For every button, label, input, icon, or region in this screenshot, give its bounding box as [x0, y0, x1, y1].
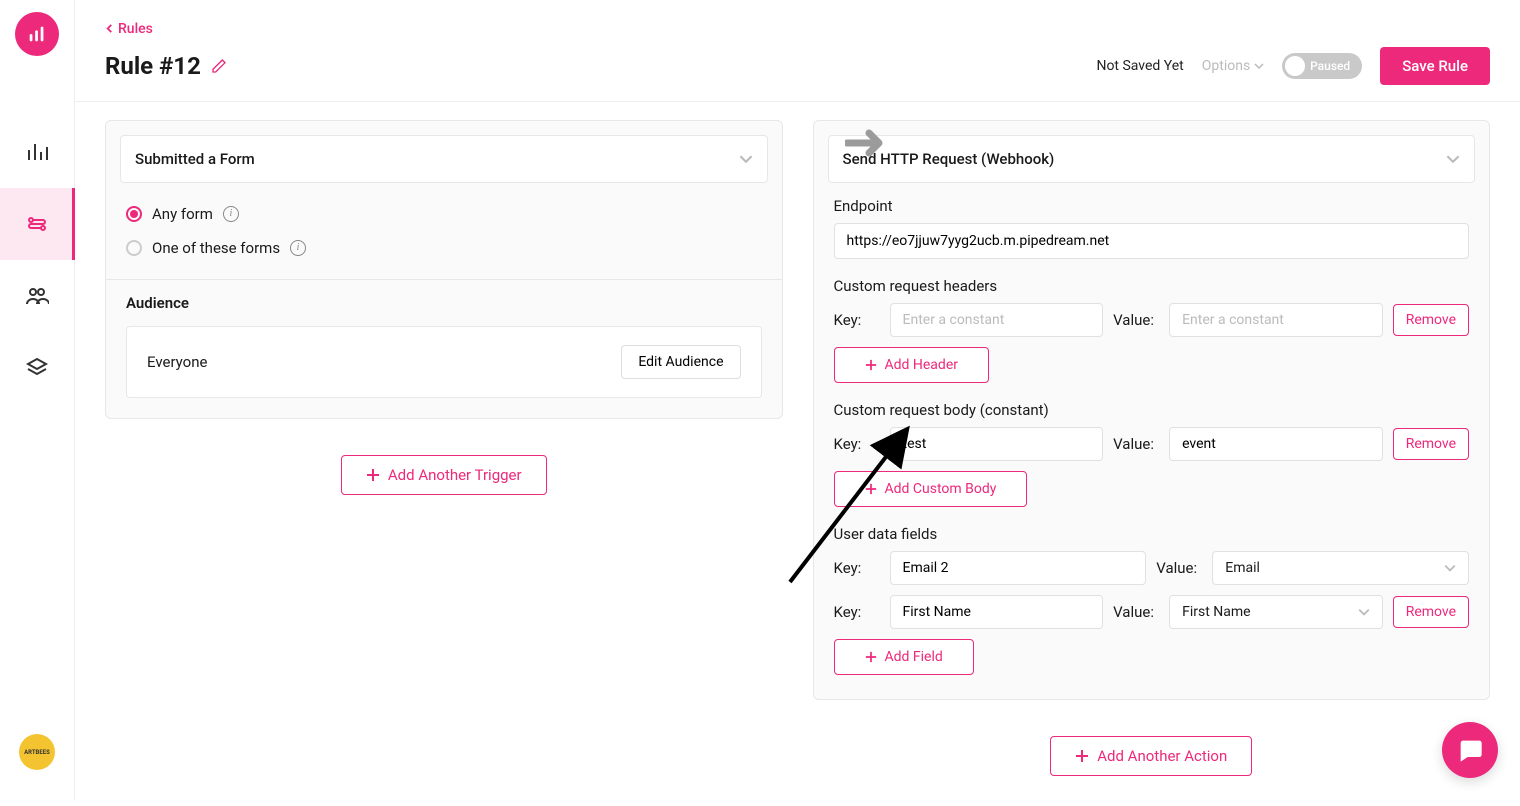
plus-icon	[1075, 749, 1089, 763]
save-rule-button[interactable]: Save Rule	[1380, 47, 1490, 85]
radio-any-form-label: Any form	[152, 205, 213, 223]
add-header-button[interactable]: Add Header	[834, 347, 990, 383]
add-another-trigger-button[interactable]: Add Another Trigger	[341, 455, 547, 495]
plus-icon	[865, 651, 877, 663]
user-fields-section-title: User data fields	[834, 525, 1470, 543]
remove-body-button[interactable]: Remove	[1393, 428, 1469, 460]
key-label: Key:	[834, 311, 880, 329]
plus-icon	[865, 483, 877, 495]
value-label: Value:	[1113, 603, 1159, 621]
field2-key-input[interactable]	[890, 595, 1104, 629]
nav-people[interactable]	[0, 260, 75, 332]
brand-badge[interactable]: ARTBEES	[19, 734, 55, 770]
radio-one-of-forms[interactable]	[126, 240, 142, 256]
edit-icon[interactable]	[211, 58, 227, 74]
info-icon[interactable]: i	[290, 240, 306, 256]
radio-one-of-forms-label: One of these forms	[152, 239, 280, 257]
sidebar: ARTBEES	[0, 0, 75, 800]
key-label: Key:	[834, 559, 880, 577]
body-key-input[interactable]	[890, 427, 1104, 461]
audience-value: Everyone	[147, 353, 207, 371]
chevron-down-icon	[1358, 606, 1370, 618]
body-value-input[interactable]	[1169, 427, 1383, 461]
add-field-button[interactable]: Add Field	[834, 639, 974, 675]
content: Submitted a Form Any form i One of these…	[75, 102, 1520, 806]
edit-audience-button[interactable]: Edit Audience	[621, 345, 740, 379]
breadcrumb-label: Rules	[118, 21, 153, 37]
chevron-down-icon	[1254, 61, 1264, 71]
add-custom-body-button[interactable]: Add Custom Body	[834, 471, 1028, 507]
field2-value-select[interactable]: First Name	[1169, 595, 1383, 629]
action-type-select[interactable]: Send HTTP Request (Webhook)	[828, 135, 1476, 183]
action-column: Send HTTP Request (Webhook) Endpoint Cus…	[813, 120, 1491, 776]
main: Rules Rule #12 Not Saved Yet Options Pau…	[75, 0, 1520, 800]
trigger-column: Submitted a Form Any form i One of these…	[105, 120, 783, 776]
badge-text: ARTBEES	[24, 749, 50, 756]
value-label: Value:	[1156, 559, 1202, 577]
topbar: Rules Rule #12 Not Saved Yet Options Pau…	[75, 0, 1520, 102]
save-status-text: Not Saved Yet	[1096, 58, 1183, 74]
chevron-left-icon	[105, 24, 114, 33]
field1-key-input[interactable]	[890, 551, 1147, 585]
body-row: Key: Value: Remove	[834, 427, 1470, 461]
body-section-title: Custom request body (constant)	[834, 401, 1470, 419]
nav-automation[interactable]	[0, 188, 75, 260]
value-label: Value:	[1113, 311, 1159, 329]
audience-section-title: Audience	[126, 294, 762, 312]
flow-arrow-icon	[845, 128, 889, 162]
chevron-down-icon	[1444, 562, 1456, 574]
plus-icon	[366, 468, 380, 482]
logo[interactable]	[15, 12, 59, 56]
chevron-down-icon	[1446, 152, 1460, 166]
trigger-panel: Submitted a Form Any form i One of these…	[105, 120, 783, 419]
headers-section-title: Custom request headers	[834, 277, 1470, 295]
nav-analytics[interactable]	[0, 116, 75, 188]
key-label: Key:	[834, 435, 880, 453]
nav-content[interactable]	[0, 332, 75, 404]
action-panel: Send HTTP Request (Webhook) Endpoint Cus…	[813, 120, 1491, 700]
toggle-knob	[1285, 56, 1305, 76]
user-field-row: Key: Value: First Name Remove	[834, 595, 1470, 629]
header-value-input[interactable]	[1169, 303, 1383, 337]
key-label: Key:	[834, 603, 880, 621]
field1-value-select[interactable]: Email	[1212, 551, 1469, 585]
value-label: Value:	[1113, 435, 1159, 453]
remove-field-button[interactable]: Remove	[1393, 596, 1469, 628]
rule-status-toggle[interactable]: Paused	[1282, 53, 1362, 79]
remove-header-button[interactable]: Remove	[1393, 304, 1469, 336]
audience-card: Everyone Edit Audience	[126, 326, 762, 398]
header-key-input[interactable]	[890, 303, 1104, 337]
page-title: Rule #12	[105, 52, 227, 80]
chevron-down-icon	[739, 152, 753, 166]
divider	[106, 279, 782, 280]
header-row: Key: Value: Remove	[834, 303, 1470, 337]
trigger-select-label: Submitted a Form	[135, 150, 255, 168]
user-field-row: Key: Value: Email	[834, 551, 1470, 585]
breadcrumb[interactable]: Rules	[105, 21, 153, 37]
radio-any-form[interactable]	[126, 206, 142, 222]
endpoint-input[interactable]	[834, 223, 1470, 259]
plus-icon	[865, 359, 877, 371]
info-icon[interactable]: i	[223, 206, 239, 222]
trigger-type-select[interactable]: Submitted a Form	[120, 135, 768, 183]
add-another-action-button[interactable]: Add Another Action	[1050, 736, 1252, 776]
toggle-label: Paused	[1310, 59, 1350, 73]
chat-button[interactable]	[1442, 722, 1498, 778]
endpoint-label: Endpoint	[834, 197, 1470, 215]
options-menu[interactable]: Options	[1202, 58, 1264, 74]
